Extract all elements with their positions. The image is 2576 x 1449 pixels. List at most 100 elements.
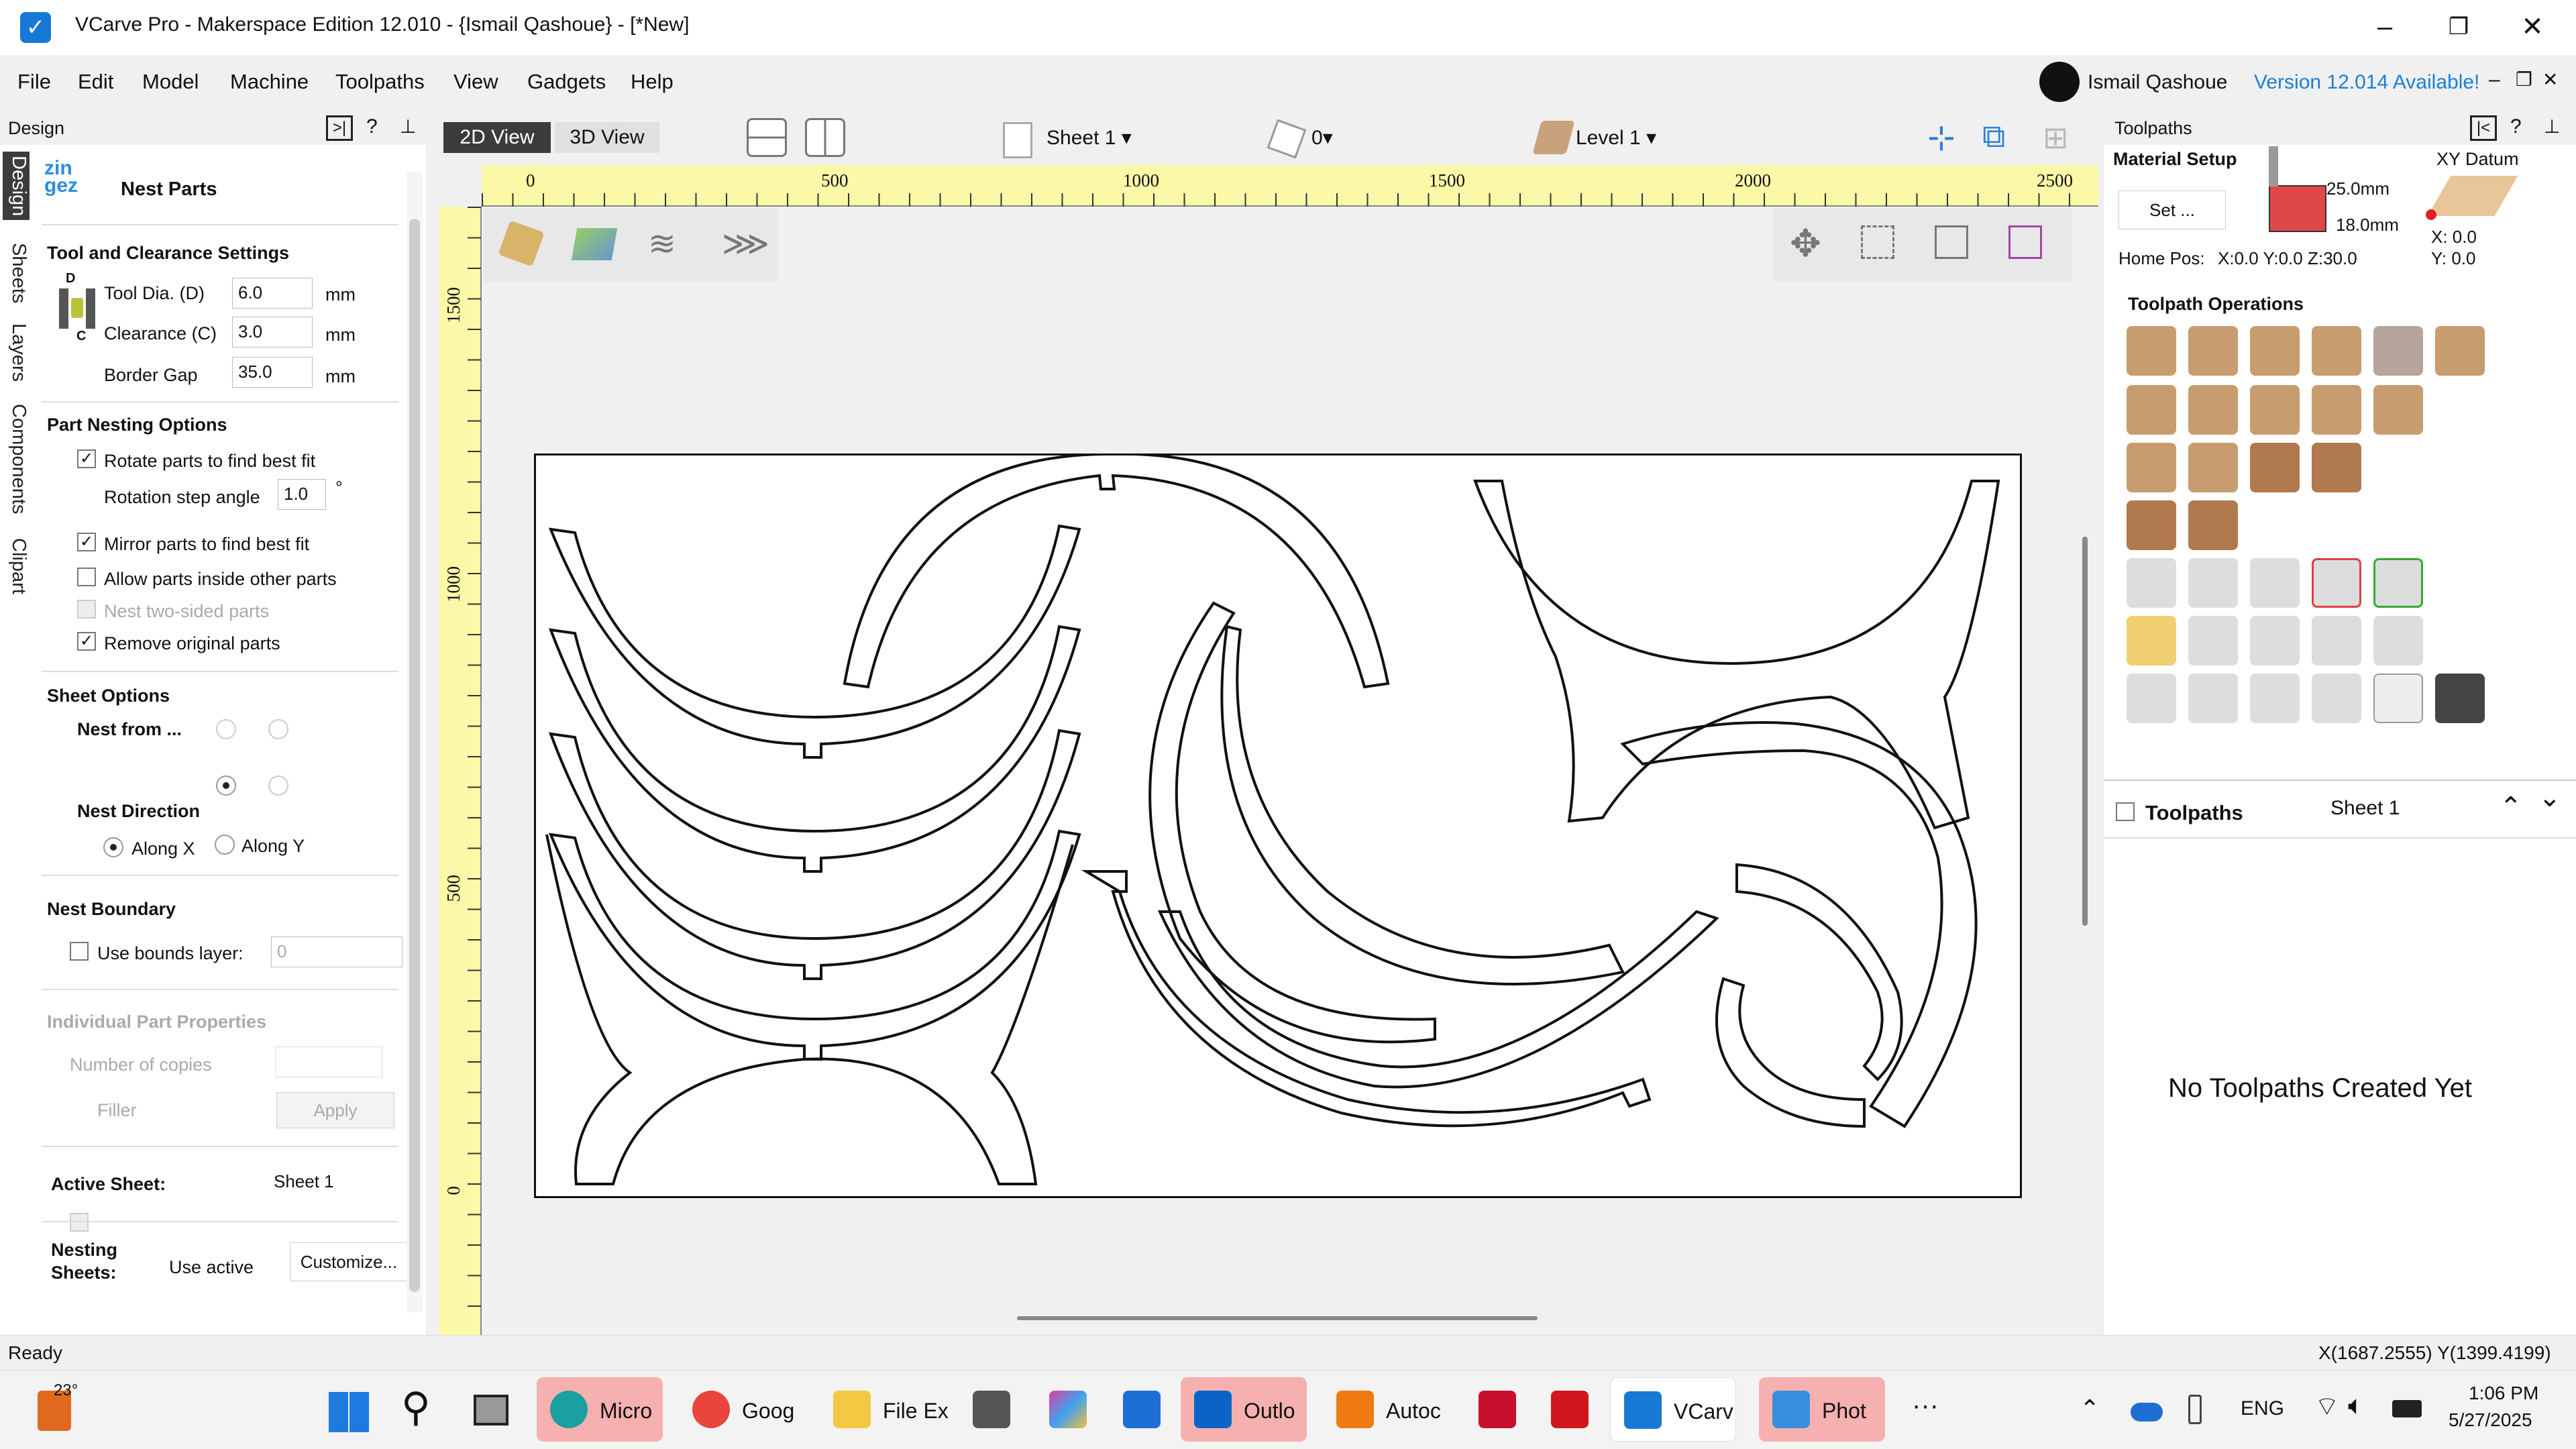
inside-checkbox[interactable] [77, 568, 96, 586]
nest-preview-icon[interactable] [2250, 674, 2300, 723]
along-x-radio[interactable] [103, 837, 123, 857]
nest-from-top-right[interactable] [268, 719, 288, 739]
rotation-step-input[interactable]: 1.0 [278, 479, 326, 510]
material-cube-icon[interactable] [498, 220, 545, 267]
level-dropdown[interactable]: Level 1 ▾ [1576, 126, 1656, 150]
taskbar-photos[interactable]: Phot [1759, 1377, 1885, 1442]
checklist-icon[interactable] [2250, 616, 2300, 665]
onedrive-icon[interactable] [2131, 1403, 2163, 1421]
taskbar-calendar[interactable] [1110, 1377, 1173, 1442]
menu-file[interactable]: File [17, 70, 51, 94]
pocket-toolpath-icon[interactable] [2188, 326, 2238, 376]
3d-rough-icon[interactable] [2250, 443, 2300, 492]
restore-small-icon[interactable]: ❐ [2516, 68, 2532, 91]
drilling-toolpath-icon[interactable] [2250, 326, 2300, 376]
taskbar-calculator[interactable] [959, 1377, 1022, 1442]
restore-button[interactable]: ❐ [2428, 7, 2489, 47]
flat-area-toolpath-icon[interactable] [2127, 443, 2176, 492]
raster-toolpath-icon[interactable] [2188, 443, 2238, 492]
along-y-radio[interactable] [215, 835, 235, 855]
zoom-selection-icon[interactable] [2008, 225, 2042, 259]
more-apps-icon[interactable]: ··· [1912, 1391, 1939, 1421]
preview-toolpaths-icon[interactable] [2127, 674, 2176, 723]
taskbar-vcarve[interactable]: VCarv [1610, 1377, 1736, 1442]
pin-icon[interactable]: ⊥ [400, 115, 416, 138]
pan-icon[interactable]: ✥ [1790, 221, 1821, 266]
open-template-icon[interactable] [2127, 616, 2176, 665]
tool-database-icon[interactable] [2127, 558, 2176, 608]
canvas-hscroll[interactable] [1017, 1316, 1538, 1320]
tab-design[interactable]: Design [3, 152, 30, 221]
taskbar-outlook[interactable]: Outlo [1181, 1377, 1307, 1442]
nested-parts-vectors[interactable] [536, 455, 2024, 1200]
help-icon[interactable]: ? [366, 115, 378, 138]
collapse-panel-icon[interactable]: >| [326, 115, 353, 141]
apply-button[interactable]: Apply [276, 1092, 394, 1128]
bounds-layer-select[interactable]: 0 [271, 936, 402, 967]
recalculate-toolpath-icon[interactable] [2373, 558, 2423, 608]
split-vertical-icon[interactable] [805, 118, 845, 157]
clock-time[interactable]: 1:06 PM [2469, 1383, 2538, 1404]
collapse-right-icon[interactable]: |< [2470, 115, 2497, 141]
vcarve-text-icon[interactable] [2127, 385, 2176, 435]
inlay-toolpath-icon[interactable] [2435, 326, 2485, 376]
grid-icon[interactable]: ⊞ [2043, 119, 2069, 156]
customize-button[interactable]: Customize... [290, 1242, 408, 1281]
3d-texture-icon[interactable] [2188, 500, 2238, 550]
3d-finish-icon[interactable] [2312, 443, 2361, 492]
search-icon[interactable]: ⚲ [401, 1384, 431, 1431]
toolpath-template-icon[interactable] [2250, 558, 2300, 608]
sheet-dropdown[interactable]: Sheet 1 ▾ [1046, 126, 1132, 150]
close-small-icon[interactable]: ✕ [2542, 68, 2558, 91]
tab-3d-view[interactable]: 3D View [555, 122, 659, 153]
battery-icon[interactable] [2392, 1400, 2422, 1417]
taskbar-m365[interactable] [1036, 1377, 1099, 1442]
mirror-checkbox[interactable]: ✓ [77, 533, 96, 551]
move-down-icon[interactable]: ⌄ [2538, 782, 2561, 813]
volume-icon[interactable]: 🔈︎ [2348, 1391, 2364, 1421]
start-icon[interactable] [329, 1392, 369, 1432]
texture-toolpath-icon[interactable] [2188, 385, 2238, 435]
delete-toolpath-icon[interactable] [2312, 558, 2361, 608]
toolpaths-visibility-checkbox[interactable] [2116, 802, 2135, 821]
clock-date[interactable]: 5/27/2025 [2449, 1409, 2532, 1431]
help-right-icon[interactable]: ? [2510, 115, 2522, 138]
clearance-input[interactable]: 3.0 [232, 317, 313, 347]
tab-clipart[interactable]: Clipart [3, 534, 30, 598]
taskbar-acrobat[interactable] [1538, 1377, 1601, 1442]
menu-view[interactable]: View [453, 70, 498, 94]
move-up-icon[interactable]: ⌃ [2500, 792, 2522, 822]
tool-dia-input[interactable]: 6.0 [232, 278, 313, 309]
nest-from-bottom-left[interactable] [216, 775, 236, 796]
estimate-time-icon[interactable] [2188, 674, 2238, 723]
nest-from-bottom-right[interactable] [268, 775, 288, 796]
toolpath-simulate-icon[interactable]: ⋙ [722, 224, 769, 263]
taskbar-chrome[interactable]: Goog [679, 1377, 805, 1442]
taskbar-edge[interactable]: Micro [537, 1377, 663, 1442]
menu-gadgets[interactable]: Gadgets [527, 70, 606, 94]
language-indicator[interactable]: ENG [2241, 1397, 2284, 1420]
toolpath-visibility-icon[interactable] [2373, 616, 2423, 665]
remove-checkbox[interactable]: ✓ [77, 632, 96, 651]
tab-sheets[interactable]: Sheets [3, 239, 30, 307]
fluting-toolpath-icon[interactable] [2250, 385, 2300, 435]
close-button[interactable]: ✕ [2502, 7, 2563, 47]
tab-components[interactable]: Components [3, 400, 30, 518]
taskbar-explorer[interactable]: File Ex [820, 1377, 949, 1442]
layer-dropdown[interactable]: 0▾ [1311, 126, 1333, 150]
update-link[interactable]: Version 12.014 Available! [2254, 71, 2479, 94]
profile-toolpath-icon[interactable] [2127, 326, 2176, 376]
vector-select-icon[interactable]: ⧉ [1982, 118, 2005, 156]
rotate-checkbox[interactable]: ✓ [77, 449, 96, 468]
set-material-button[interactable]: Set ... [2118, 191, 2226, 229]
tab-layers[interactable]: Layers [3, 319, 30, 386]
3d-profile-icon[interactable] [2127, 500, 2176, 550]
tab-2d-view[interactable]: 2D View [443, 122, 551, 153]
zoom-box-icon[interactable] [1861, 225, 1894, 259]
minimize-small-icon[interactable]: – [2489, 68, 2500, 91]
quick-engrave-icon[interactable] [2312, 326, 2361, 376]
menu-toolpaths[interactable]: Toolpaths [335, 70, 425, 94]
vcarve-app-icon[interactable]: ✓ [20, 12, 51, 43]
pin-right-icon[interactable]: ⊥ [2544, 115, 2560, 138]
toolpath-preview-icon[interactable]: ≋ [648, 224, 676, 263]
